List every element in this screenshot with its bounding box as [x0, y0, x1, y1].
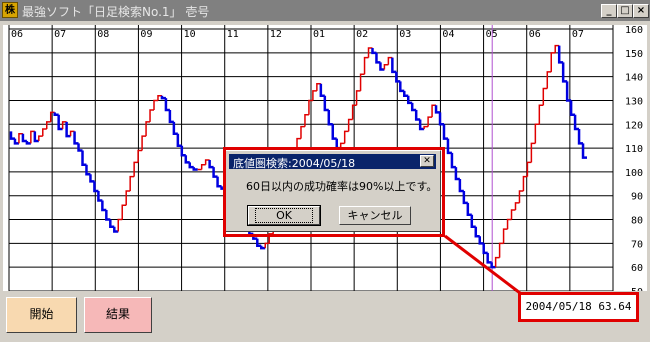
- result-button[interactable]: 結果: [84, 297, 152, 333]
- callout-line: [444, 234, 521, 295]
- start-button[interactable]: 開始: [6, 297, 77, 333]
- status-readout: 2004/05/18 63.64: [518, 292, 639, 322]
